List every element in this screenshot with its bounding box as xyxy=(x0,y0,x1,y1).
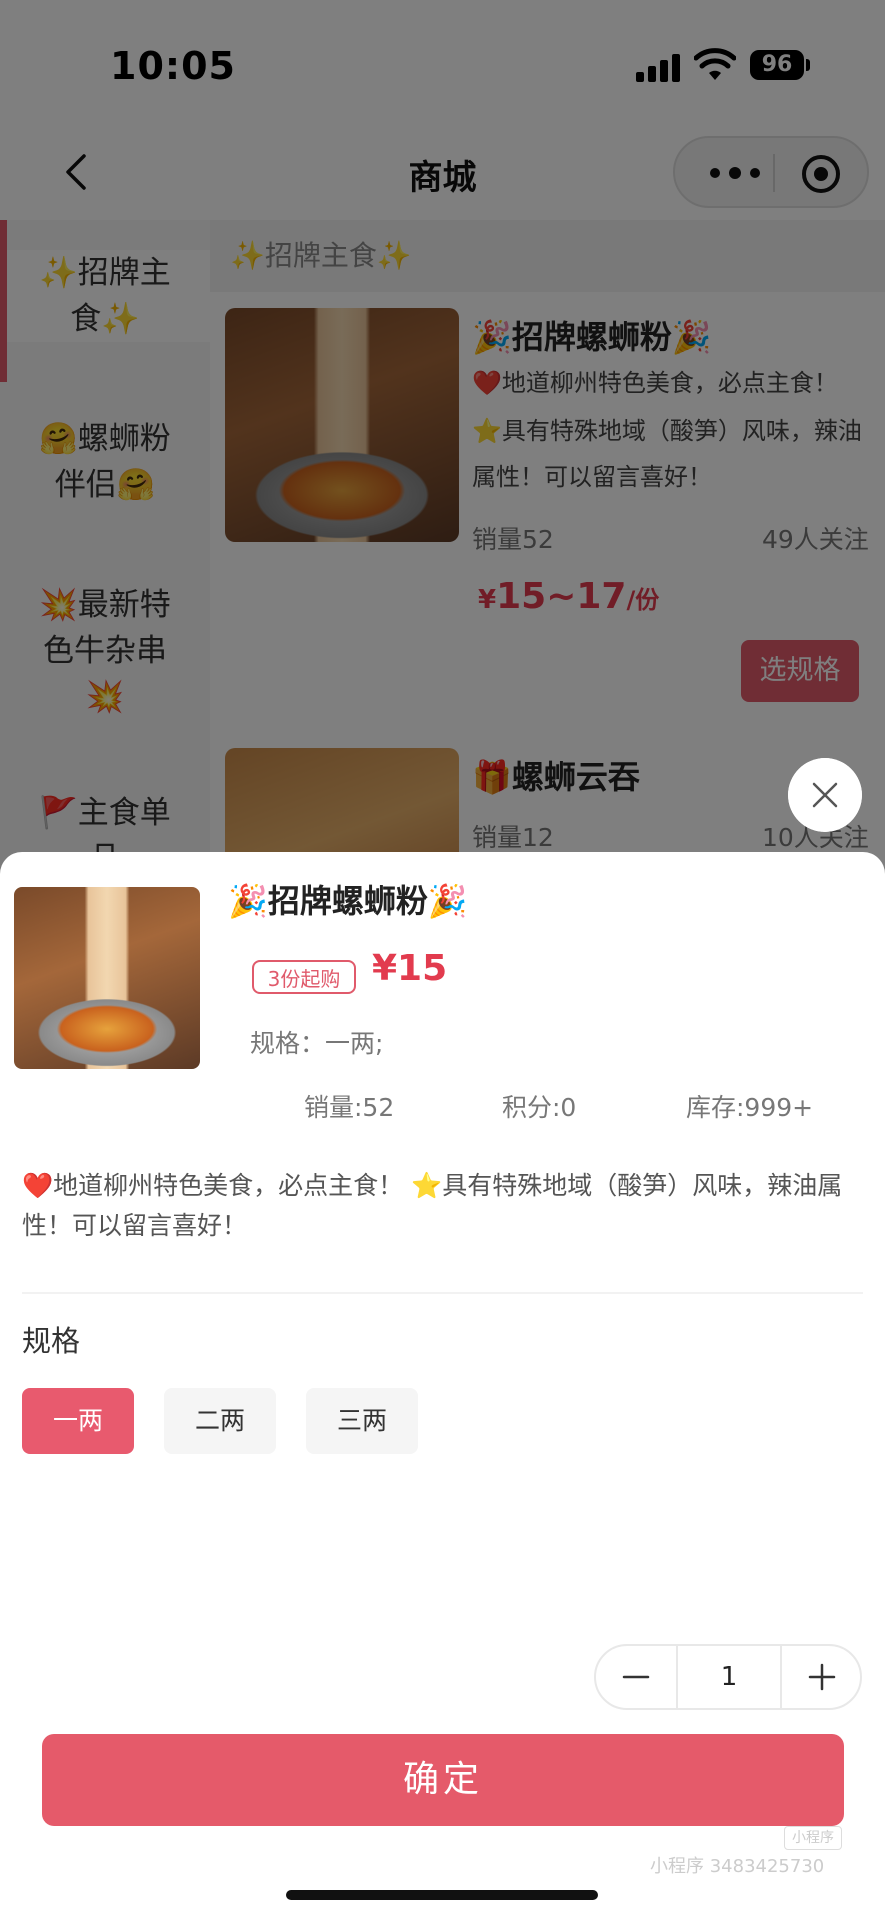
sheet-description: ❤️地道柳州特色美食，必点主食！ ⭐具有特殊地域（酸笋）风味，辣油属性！可以留言… xyxy=(22,1171,843,1240)
points: 积分:0 xyxy=(502,1093,577,1122)
close-sheet-icon[interactable] xyxy=(788,758,862,832)
quantity-value[interactable]: 1 xyxy=(676,1646,782,1708)
min-purchase-badge: 3份起购 xyxy=(252,960,356,994)
quantity-stepper: 1 xyxy=(594,1644,862,1710)
selected-spec-summary: 规格：一两; xyxy=(250,1029,384,1058)
minus-icon[interactable] xyxy=(596,1646,676,1708)
divider xyxy=(22,1292,863,1294)
sheet-product-title: 🎉招牌螺蛳粉🎉 xyxy=(228,882,468,920)
spec-option-two-liang[interactable]: 二两 xyxy=(164,1388,276,1454)
confirm-button[interactable]: 确定 xyxy=(42,1734,844,1826)
watermark-logo: 小程序 xyxy=(784,1826,842,1850)
watermark: 小程序 3483425730 xyxy=(650,1856,825,1877)
spec-sheet: 🎉招牌螺蛳粉🎉 3份起购 ¥15 规格：一两; 销量:52 积分:0 库存:99… xyxy=(0,852,885,1919)
stock: 库存:999+ xyxy=(686,1093,814,1122)
spec-option-three-liang[interactable]: 三两 xyxy=(306,1388,418,1454)
plus-icon[interactable] xyxy=(782,1646,862,1708)
sheet-product-image xyxy=(14,887,200,1069)
home-indicator xyxy=(286,1890,598,1900)
spec-option-one-liang[interactable]: 一两 xyxy=(22,1388,134,1454)
spec-label: 规格 xyxy=(22,1324,81,1358)
sheet-price: ¥15 xyxy=(372,948,448,989)
sales-count: 销量:52 xyxy=(304,1093,395,1122)
